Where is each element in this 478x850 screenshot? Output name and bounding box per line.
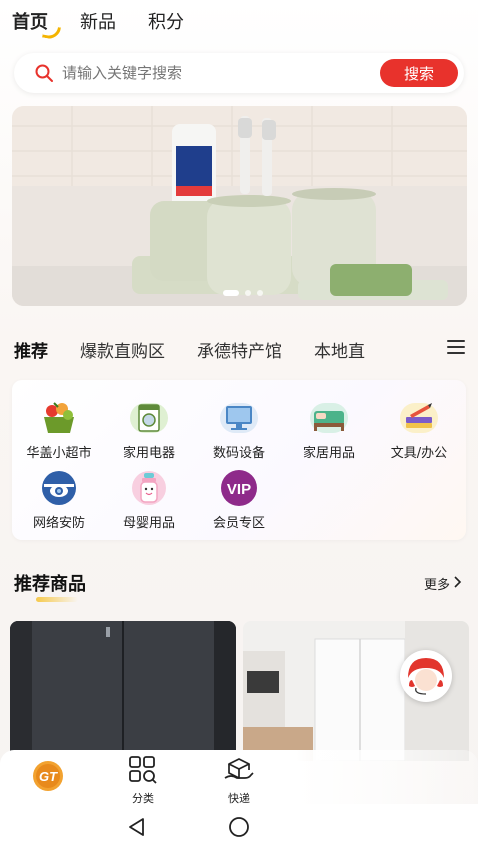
category-label: 数码设备 <box>212 446 265 461</box>
banner-pagination <box>223 290 263 296</box>
banner-dot <box>257 290 263 296</box>
category-network-security[interactable]: 网络安防 <box>14 468 104 531</box>
category-label: 网络安防 <box>32 516 85 531</box>
banner-dot <box>223 290 239 296</box>
vip-icon-text: VIP <box>227 481 251 498</box>
category-grid: 华盖小超市 家用电器 数码设备 家居用品 文具/办公 网络安防 母婴用品 VIP… <box>12 380 466 540</box>
category-digital[interactable]: 数码设备 <box>194 398 284 461</box>
category-tabs-scroll: 推荐 爆款直购区 承德特产馆 本地直 <box>14 337 434 362</box>
category-vip[interactable]: VIP 会员专区 <box>194 468 284 531</box>
more-label: 更多 <box>423 578 450 593</box>
category-label: 文具/办公 <box>390 446 448 461</box>
category-label: 华盖小超市 <box>26 446 92 461</box>
tab-local[interactable]: 本地直 <box>314 337 365 362</box>
bottom-nav: GT 分类 快递 <box>0 750 478 806</box>
banner-image <box>12 106 467 306</box>
category-grid-icon <box>128 756 158 788</box>
fruit-basket-icon <box>39 398 79 438</box>
nav-category[interactable]: 分类 <box>113 756 173 806</box>
tab-home[interactable]: 首页 <box>12 8 48 40</box>
promo-banner[interactable] <box>12 106 467 306</box>
tab-recommend[interactable]: 推荐 <box>14 337 48 362</box>
home-logo-icon: GT <box>32 760 64 796</box>
category-mother-baby[interactable]: 母婴用品 <box>104 468 194 531</box>
stationery-icon <box>399 398 439 438</box>
washing-machine-icon <box>129 398 169 438</box>
top-tabs: 首页 新品 积分 <box>12 8 184 40</box>
search-bar: 搜索 <box>14 53 464 93</box>
tab-chengde-specialty[interactable]: 承德特产馆 <box>197 337 282 362</box>
tab-points[interactable]: 积分 <box>148 8 184 40</box>
category-label: 会员专区 <box>212 516 265 531</box>
system-nav-bar <box>0 804 478 850</box>
home-logo-text: GT <box>39 769 58 784</box>
menu-icon[interactable] <box>446 338 466 360</box>
more-link[interactable]: 更多 <box>424 574 462 593</box>
nav-delivery[interactable]: 快递 <box>209 756 269 806</box>
home-circle-icon[interactable] <box>228 816 250 842</box>
section-title: 推荐商品 <box>14 570 86 602</box>
product-image-fridge-dark <box>10 621 236 761</box>
customer-service-icon[interactable] <box>400 650 452 702</box>
product-card[interactable] <box>10 621 236 761</box>
category-label: 母婴用品 <box>122 516 175 531</box>
security-camera-icon <box>39 468 79 508</box>
baby-bottle-icon <box>129 468 169 508</box>
search-button[interactable]: 搜索 <box>380 59 458 87</box>
category-appliances[interactable]: 家用电器 <box>104 398 194 461</box>
category-label: 家居用品 <box>302 446 355 461</box>
computer-icon <box>219 398 259 438</box>
category-supermarket[interactable]: 华盖小超市 <box>14 398 104 461</box>
vip-icon: VIP <box>219 468 259 508</box>
tab-new[interactable]: 新品 <box>80 8 116 40</box>
banner-dot <box>245 290 251 296</box>
category-home-goods[interactable]: 家居用品 <box>284 398 374 461</box>
tab-hot-deals[interactable]: 爆款直购区 <box>80 337 165 362</box>
search-input[interactable] <box>62 64 380 82</box>
nav-home[interactable]: GT <box>18 760 78 796</box>
back-icon[interactable] <box>126 816 148 842</box>
category-tabs: 推荐 爆款直购区 承德特产馆 本地直 <box>14 336 468 362</box>
category-label: 家用电器 <box>122 446 175 461</box>
chevron-right-icon <box>454 575 462 592</box>
bed-icon <box>309 398 349 438</box>
category-stationery[interactable]: 文具/办公 <box>374 398 464 461</box>
search-icon <box>26 63 62 83</box>
delivery-box-icon <box>223 756 255 788</box>
